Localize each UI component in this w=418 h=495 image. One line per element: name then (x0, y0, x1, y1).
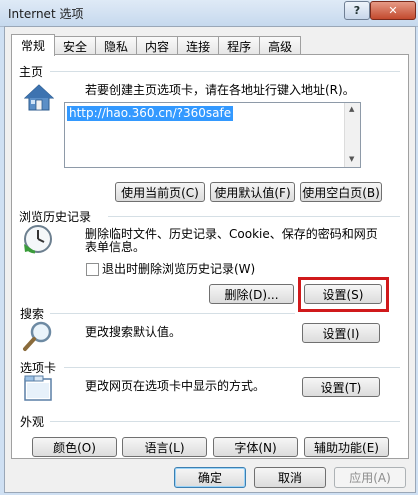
window-title: Internet 选项 (8, 7, 84, 21)
help-button[interactable]: ? (344, 1, 370, 20)
cancel-button[interactable]: 取消 (254, 467, 326, 488)
title-bar: Internet 选项 ? ✕ (0, 0, 418, 27)
home-url-value: http://hao.360.cn/?360safe (67, 106, 234, 121)
tab-connections[interactable]: 连接 (177, 36, 220, 55)
tab-general[interactable]: 常规 (11, 34, 56, 56)
highlight-annotation (298, 277, 389, 312)
tabs-divider (64, 367, 400, 368)
tabs-window-icon (22, 373, 54, 403)
home-section-title: 主页 (19, 65, 44, 79)
url-scrollbar[interactable]: ▲ ▼ (344, 103, 360, 167)
tab-security[interactable]: 安全 (54, 36, 97, 55)
tabs-description: 更改网页在选项卡中显示的方式。 (85, 379, 266, 393)
use-current-button[interactable]: 使用当前页(C) (115, 182, 205, 202)
colors-button[interactable]: 颜色(O) (32, 437, 117, 457)
scroll-down-icon[interactable]: ▼ (349, 155, 354, 163)
history-description-line1: 删除临时文件、历史记录、Cookie、保存的密码和网页 (85, 227, 378, 241)
scroll-up-icon[interactable]: ▲ (349, 105, 354, 113)
search-description: 更改搜索默认值。 (85, 325, 182, 339)
accessibility-button[interactable]: 辅助功能(E) (304, 437, 389, 457)
delete-history-button[interactable]: 删除(D)... (209, 284, 294, 304)
general-tab-panel: 主页 若要创建主页选项卡，请在各地址行键入地址(R)。 http://hao.3… (11, 54, 409, 459)
search-settings-button[interactable]: 设置(I) (302, 323, 380, 343)
history-clock-icon (22, 223, 54, 255)
delete-on-exit-checkbox[interactable] (86, 263, 99, 276)
tab-advanced[interactable]: 高级 (259, 36, 302, 55)
home-url-textarea[interactable]: http://hao.360.cn/?360safe ▲ ▼ (64, 102, 361, 168)
dialog-body: 常规 安全 隐私 内容 连接 程序 高级 主页 若要创建主页选项卡，请在各地址行… (4, 26, 416, 493)
languages-button[interactable]: 语言(L) (122, 437, 207, 457)
tab-programs[interactable]: 程序 (218, 36, 261, 55)
tabs-settings-button[interactable]: 设置(T) (302, 377, 380, 397)
tab-strip: 常规 安全 隐私 内容 连接 程序 高级 (11, 34, 302, 56)
ok-button[interactable]: 确定 (174, 467, 246, 488)
fonts-button[interactable]: 字体(N) (213, 437, 298, 457)
tab-content[interactable]: 内容 (136, 36, 179, 55)
help-icon: ? (353, 4, 361, 17)
close-button[interactable]: ✕ (370, 1, 416, 20)
history-description-line2: 表单信息。 (85, 240, 146, 254)
use-blank-button[interactable]: 使用空白页(B) (300, 182, 382, 202)
apply-button[interactable]: 应用(A) (334, 467, 406, 488)
search-divider (50, 313, 295, 314)
home-description: 若要创建主页选项卡，请在各地址行键入地址(R)。 (85, 83, 355, 97)
close-icon: ✕ (388, 4, 398, 17)
history-divider (108, 216, 400, 217)
tab-privacy[interactable]: 隐私 (95, 36, 138, 55)
appearance-section-title: 外观 (20, 415, 45, 429)
home-divider (50, 71, 400, 72)
appearance-divider (50, 421, 400, 422)
use-default-button[interactable]: 使用默认值(F) (210, 182, 295, 202)
magnifier-icon (22, 320, 54, 352)
delete-on-exit-label: 退出时删除浏览历史记录(W) (102, 262, 256, 276)
house-icon (23, 83, 55, 113)
